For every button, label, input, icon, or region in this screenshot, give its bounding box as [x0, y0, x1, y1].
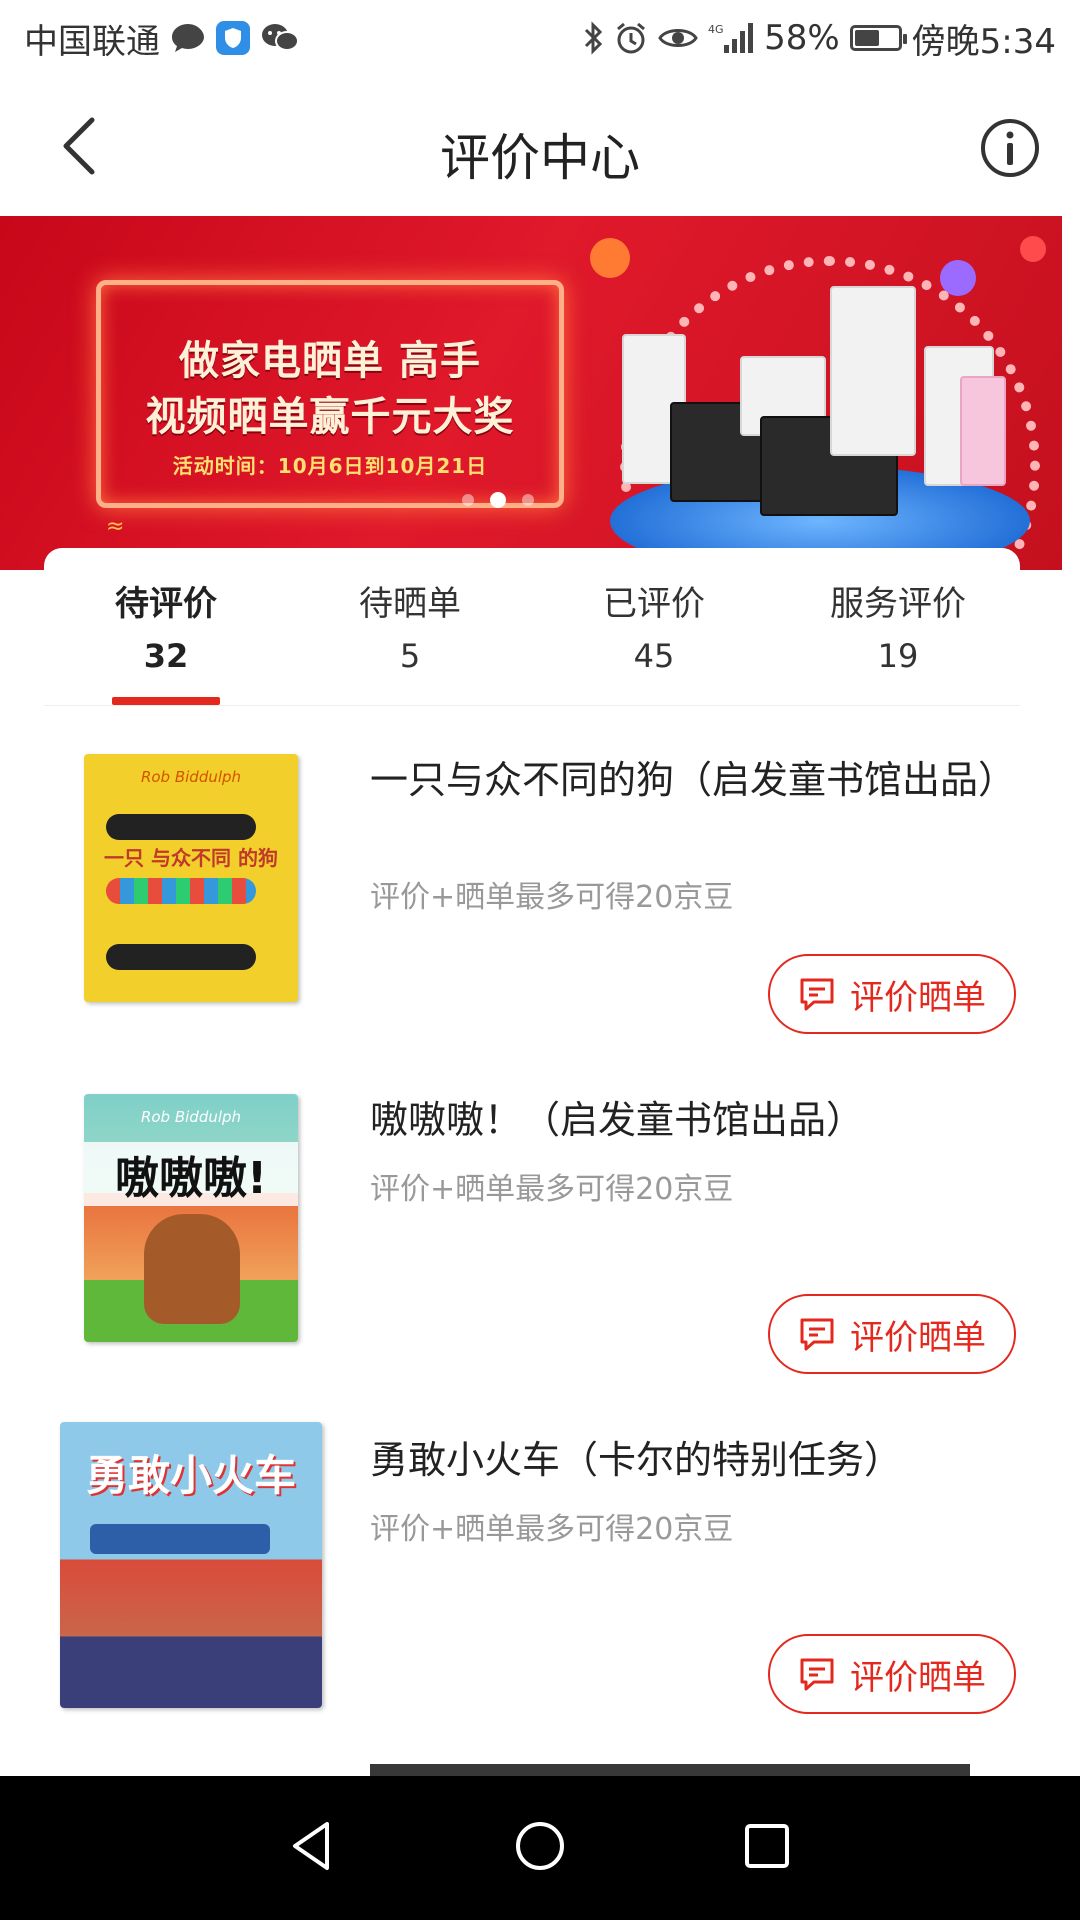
decor-orb — [1020, 236, 1046, 262]
review-button-label: 评价晒单 — [850, 1657, 986, 1698]
review-button[interactable]: 评价晒单 — [768, 1294, 1016, 1374]
tab-label: 待晒单 — [359, 584, 461, 624]
list-item: Rob Biddulph 一只 与众不同 的狗 一只与众不同的狗（启发童书馆出品… — [0, 706, 1080, 1046]
tab-count: 5 — [399, 637, 421, 675]
product-list: Rob Biddulph 一只 与众不同 的狗 一只与众不同的狗（启发童书馆出品… — [0, 706, 1080, 1776]
reward-tip: 评价+晒单最多可得20京豆 — [370, 880, 734, 915]
appliance-image — [960, 376, 1006, 486]
banner-headline-1: 做家电晒单 高手 — [179, 338, 481, 384]
cover-train-shape — [90, 1524, 270, 1554]
signal-4g-icon: 4G — [708, 21, 754, 55]
nav-bar: 评价中心 — [0, 76, 1080, 216]
promo-banner[interactable]: 做家电晒单 高手 视频晒单赢千元大奖 活动时间：10月6日到10月21日 ≈ — [0, 216, 1062, 570]
review-button[interactable]: 评价晒单 — [768, 954, 1016, 1034]
alarm-icon — [614, 21, 648, 55]
carousel-dot-active[interactable] — [490, 492, 506, 508]
cover-author: Rob Biddulph — [140, 1108, 242, 1126]
eye-icon — [658, 24, 698, 52]
product-image[interactable]: Rob Biddulph 一只 与众不同 的狗 — [84, 754, 298, 1002]
battery-icon — [849, 25, 907, 51]
page-title: 评价中心 — [440, 129, 640, 187]
carousel-dots — [462, 492, 534, 508]
next-item-peek — [370, 1764, 970, 1776]
back-triangle-icon[interactable] — [281, 1814, 345, 1882]
tab-label: 服务评价 — [830, 584, 966, 624]
comment-icon — [800, 978, 834, 1011]
product-image[interactable]: 勇敢小火车 — [60, 1422, 322, 1708]
product-image[interactable]: Rob Biddulph 嗷嗷嗷! — [84, 1094, 298, 1342]
cover-dog-shape — [106, 878, 256, 904]
cover-author: Rob Biddulph — [140, 768, 242, 786]
tab-label: 已评价 — [603, 584, 705, 624]
tab-count: 45 — [633, 637, 675, 675]
tab-label: 待评价 — [115, 584, 217, 624]
tab-pending-showcase[interactable]: 待晒单 5 — [288, 548, 532, 705]
shield-icon — [216, 21, 250, 55]
cover-dog-shape — [106, 814, 256, 840]
carousel-dot[interactable] — [462, 494, 474, 506]
cover-title: 嗷嗷嗷! — [84, 1142, 298, 1206]
cover-bear-shape — [144, 1214, 240, 1324]
system-nav-bar — [0, 1776, 1080, 1920]
banner-headline-2: 视频晒单赢千元大奖 — [145, 394, 515, 440]
tab-count: 19 — [877, 637, 919, 675]
wechat-icon — [260, 22, 300, 54]
tab-reviewed[interactable]: 已评价 45 — [532, 548, 776, 705]
bluetooth-icon — [582, 21, 604, 55]
list-item: Rob Biddulph 嗷嗷嗷! 嗷嗷嗷！（启发童书馆出品） 评价+晒单最多可… — [0, 1046, 1080, 1386]
product-title[interactable]: 勇敢小火车（卡尔的特别任务） — [370, 1436, 1020, 1484]
comment-icon — [800, 1318, 834, 1351]
tab-service-review[interactable]: 服务评价 19 — [776, 548, 1020, 705]
review-button-label: 评价晒单 — [850, 977, 986, 1018]
appliance-image — [830, 286, 916, 456]
comment-icon — [800, 1658, 834, 1691]
carousel-dot[interactable] — [522, 494, 534, 506]
review-button-label: 评价晒单 — [850, 1317, 986, 1358]
svg-text:4G: 4G — [708, 23, 724, 36]
recents-square-icon[interactable] — [735, 1814, 799, 1882]
cover-dog-shape — [106, 944, 256, 970]
list-item: 勇敢小火车 勇敢小火车（卡尔的特别任务） 评价+晒单最多可得20京豆 评价晒单 — [0, 1386, 1080, 1726]
reward-tip: 评价+晒单最多可得20京豆 — [370, 1172, 734, 1207]
active-tab-indicator — [112, 697, 220, 705]
review-button[interactable]: 评价晒单 — [768, 1634, 1016, 1714]
clock: 傍晚5:34 — [911, 21, 1056, 62]
cover-title: 勇敢小火车 — [85, 1451, 296, 1500]
carrier-label: 中国联通 — [24, 21, 160, 62]
cover-title: 一只 与众不同 的狗 — [104, 846, 278, 870]
status-bar: 中国联通 4G 58% 傍晚5:34 — [0, 0, 1080, 76]
info-icon[interactable] — [978, 116, 1042, 180]
status-right: 4G 58% 傍晚5:34 — [582, 14, 1056, 63]
tab-count: 32 — [143, 637, 189, 675]
product-title[interactable]: 嗷嗷嗷！（启发童书馆出品） — [370, 1096, 1020, 1144]
tab-pending-review[interactable]: 待评价 32 — [44, 548, 288, 705]
home-circle-icon[interactable] — [508, 1814, 572, 1882]
banner-date: 活动时间：10月6日到10月21日 — [172, 454, 488, 478]
product-title[interactable]: 一只与众不同的狗（启发童书馆出品） — [370, 756, 1020, 804]
battery-percent: 58% — [764, 18, 840, 58]
status-left: 中国联通 — [24, 14, 300, 63]
review-tabs: 待评价 32 待晒单 5 已评价 45 服务评价 19 — [44, 548, 1020, 706]
zigzag-decoration: ≈ — [106, 514, 125, 539]
reward-tip: 评价+晒单最多可得20京豆 — [370, 1512, 734, 1547]
decor-orb — [590, 238, 630, 278]
message-icon — [170, 22, 206, 54]
